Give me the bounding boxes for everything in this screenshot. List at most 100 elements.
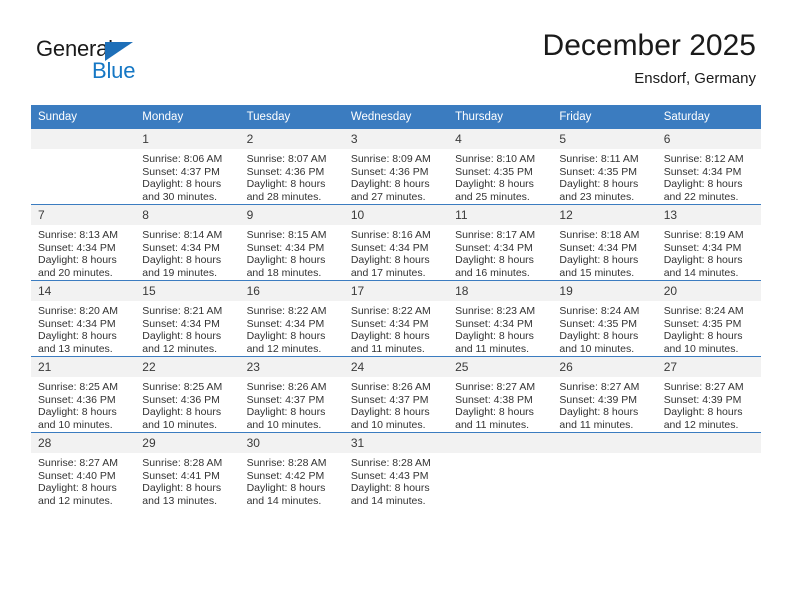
calendar-day-cell[interactable]: 14 Sunrise: 8:20 AM Sunset: 4:34 PM Dayligh… — [31, 280, 136, 357]
calendar-page: General Blue December 2025 Ensdorf, Germ… — [0, 0, 792, 612]
day-number — [448, 433, 553, 453]
daylight-text-cont: and 11 minutes. — [455, 418, 530, 431]
calendar-day-cell[interactable]: 5 Sunrise: 8:11 AM Sunset: 4:35 PM Daylight… — [552, 129, 657, 205]
calendar-day-cell[interactable]: 13 Sunrise: 8:19 AM Sunset: 4:34 PM Dayligh… — [656, 204, 761, 281]
calendar-day-cell[interactable]: 29 Sunrise: 8:28 AM Sunset: 4:41 PM Dayligh… — [135, 432, 240, 508]
calendar-day-cell[interactable]: 6 Sunrise: 8:12 AM Sunset: 4:34 PM Daylight… — [656, 129, 761, 205]
calendar-day-cell[interactable]: 7 Sunrise: 8:13 AM Sunset: 4:34 PM Daylight… — [31, 204, 136, 281]
sunset-text: Sunset: 4:35 PM — [559, 165, 638, 178]
calendar-week-row: 7 Sunrise: 8:13 AM Sunset: 4:34 PM Daylight… — [31, 204, 761, 281]
sunset-text: Sunset: 4:38 PM — [455, 393, 533, 406]
daylight-text-cont: and 13 minutes. — [38, 342, 113, 355]
calendar-day-cell[interactable]: 18 Sunrise: 8:23 AM Sunset: 4:34 PM Dayligh… — [448, 280, 553, 357]
sunset-text: Sunset: 4:36 PM — [350, 165, 429, 178]
calendar-day-cell[interactable]: 9 Sunrise: 8:15 AM Sunset: 4:34 PM Daylight… — [239, 204, 344, 281]
calendar-day-cell[interactable]: 21 Sunrise: 8:25 AM Sunset: 4:36 PM Dayligh… — [31, 356, 136, 433]
day-details: Sunrise: 8:27 AM Sunset: 4:38 PM Daylight:… — [448, 377, 552, 431]
calendar-day-cell[interactable]: 27 Sunrise: 8:27 AM Sunset: 4:39 PM Dayligh… — [656, 356, 761, 433]
daylight-text: Daylight: 8 hours — [559, 178, 639, 191]
day-details: Sunrise: 8:21 AM Sunset: 4:34 PM Daylight:… — [135, 301, 239, 355]
daylight-text: Daylight: 8 hours — [246, 178, 326, 191]
calendar-day-cell[interactable]: 15 Sunrise: 8:21 AM Sunset: 4:34 PM Dayligh… — [135, 280, 240, 357]
day-number — [656, 433, 761, 453]
daylight-text-cont: and 28 minutes. — [246, 190, 322, 203]
day-number: 5 — [552, 129, 657, 149]
day-details: Sunrise: 8:10 AM Sunset: 4:35 PM Daylight:… — [448, 149, 552, 203]
daylight-text: Daylight: 8 hours — [559, 406, 639, 419]
day-details: Sunrise: 8:27 AM Sunset: 4:39 PM Daylight:… — [657, 377, 761, 431]
day-details: Sunrise: 8:28 AM Sunset: 4:42 PM Daylight:… — [240, 453, 344, 507]
daylight-text: Daylight: 8 hours — [350, 330, 430, 343]
daylight-text: Daylight: 8 hours — [38, 406, 117, 419]
calendar-day-cell[interactable]: 31 Sunrise: 8:28 AM Sunset: 4:43 PM Dayligh… — [343, 432, 449, 508]
calendar-day-cell[interactable]: 11 Sunrise: 8:17 AM Sunset: 4:34 PM Dayligh… — [448, 204, 553, 281]
calendar-day-cell[interactable]: 20 Sunrise: 8:24 AM Sunset: 4:35 PM Dayligh… — [656, 280, 761, 357]
calendar-day-cell[interactable]: 8 Sunrise: 8:14 AM Sunset: 4:34 PM Daylight… — [135, 204, 240, 281]
daylight-text-cont: and 14 minutes. — [663, 266, 739, 279]
calendar-day-cell[interactable]: 23 Sunrise: 8:26 AM Sunset: 4:37 PM Dayligh… — [239, 356, 344, 433]
calendar-day-cell[interactable]: 22 Sunrise: 8:25 AM Sunset: 4:36 PM Dayligh… — [135, 356, 240, 433]
daylight-text: Daylight: 8 hours — [559, 330, 639, 343]
day-number: 28 — [31, 433, 136, 453]
day-number: 7 — [31, 205, 136, 225]
day-details: Sunrise: 8:26 AM Sunset: 4:37 PM Daylight:… — [344, 377, 448, 431]
weekday-header-friday: Friday — [552, 105, 657, 129]
day-details: Sunrise: 8:27 AM Sunset: 4:39 PM Daylight:… — [552, 377, 656, 431]
calendar-day-cell[interactable]: 24 Sunrise: 8:26 AM Sunset: 4:37 PM Dayligh… — [343, 356, 449, 433]
calendar-day-cell[interactable]: 3 Sunrise: 8:09 AM Sunset: 4:36 PM Daylight… — [343, 129, 449, 205]
daylight-text-cont: and 18 minutes. — [246, 266, 322, 279]
daylight-text: Daylight: 8 hours — [38, 254, 117, 267]
sunrise-text: Sunrise: 8:25 AM — [38, 381, 118, 393]
sunrise-text: Sunrise: 8:19 AM — [663, 229, 744, 241]
weekday-header-wednesday: Wednesday — [343, 105, 449, 129]
sunrise-text: Sunrise: 8:26 AM — [246, 381, 327, 393]
day-details: Sunrise: 8:24 AM Sunset: 4:35 PM Daylight:… — [552, 301, 656, 355]
general-blue-logo[interactable]: General Blue — [36, 36, 156, 86]
calendar-week-row: 28 Sunrise: 8:27 AM Sunset: 4:40 PM Dayligh… — [31, 432, 761, 508]
day-details: Sunrise: 8:20 AM Sunset: 4:34 PM Daylight:… — [31, 301, 135, 355]
sunset-text: Sunset: 4:36 PM — [246, 165, 325, 178]
calendar-day-cell[interactable]: 30 Sunrise: 8:28 AM Sunset: 4:42 PM Dayligh… — [239, 432, 344, 508]
day-details: Sunrise: 8:25 AM Sunset: 4:36 PM Daylight:… — [135, 377, 239, 431]
calendar-day-cell[interactable]: 16 Sunrise: 8:22 AM Sunset: 4:34 PM Dayligh… — [239, 280, 344, 357]
sunset-text: Sunset: 4:34 PM — [663, 165, 742, 178]
calendar-day-cell[interactable]: 19 Sunrise: 8:24 AM Sunset: 4:35 PM Dayligh… — [552, 280, 657, 357]
day-details: Sunrise: 8:09 AM Sunset: 4:36 PM Daylight:… — [344, 149, 448, 203]
sunset-text: Sunset: 4:34 PM — [663, 241, 742, 254]
day-number: 12 — [552, 205, 657, 225]
daylight-text-cont: and 10 minutes. — [350, 418, 426, 431]
sunrise-text: Sunrise: 8:14 AM — [142, 229, 223, 241]
calendar-day-cell[interactable]: 28 Sunrise: 8:27 AM Sunset: 4:40 PM Dayligh… — [31, 432, 136, 508]
calendar-day-cell[interactable]: 2 Sunrise: 8:07 AM Sunset: 4:36 PM Daylight… — [239, 129, 344, 205]
sunset-text: Sunset: 4:40 PM — [38, 469, 116, 482]
daylight-text: Daylight: 8 hours — [142, 482, 222, 495]
sunset-text: Sunset: 4:42 PM — [246, 469, 325, 482]
calendar-day-cell[interactable]: 12 Sunrise: 8:18 AM Sunset: 4:34 PM Dayligh… — [552, 204, 657, 281]
daylight-text: Daylight: 8 hours — [142, 330, 222, 343]
sunrise-text: Sunrise: 8:26 AM — [350, 381, 431, 393]
calendar-day-cell[interactable]: 17 Sunrise: 8:22 AM Sunset: 4:34 PM Dayligh… — [343, 280, 449, 357]
day-details: Sunrise: 8:14 AM Sunset: 4:34 PM Daylight:… — [135, 225, 239, 279]
calendar-day-cell[interactable]: 25 Sunrise: 8:27 AM Sunset: 4:38 PM Dayligh… — [448, 356, 553, 433]
day-number: 30 — [239, 433, 344, 453]
calendar-day-cell-empty — [448, 432, 553, 508]
sunrise-text: Sunrise: 8:23 AM — [455, 305, 536, 317]
calendar-day-cell[interactable]: 4 Sunrise: 8:10 AM Sunset: 4:35 PM Daylight… — [448, 129, 553, 205]
calendar-day-cell[interactable]: 26 Sunrise: 8:27 AM Sunset: 4:39 PM Dayligh… — [552, 356, 657, 433]
sunset-text: Sunset: 4:41 PM — [142, 469, 220, 482]
daylight-text: Daylight: 8 hours — [142, 254, 222, 267]
day-details: Sunrise: 8:07 AM Sunset: 4:36 PM Daylight:… — [240, 149, 344, 203]
calendar-day-cell[interactable]: 10 Sunrise: 8:16 AM Sunset: 4:34 PM Dayligh… — [343, 204, 449, 281]
daylight-text-cont: and 12 minutes. — [142, 342, 217, 355]
daylight-text-cont: and 10 minutes. — [663, 342, 739, 355]
sunrise-text: Sunrise: 8:11 AM — [559, 153, 639, 165]
day-number: 23 — [239, 357, 344, 377]
day-details: Sunrise: 8:16 AM Sunset: 4:34 PM Daylight:… — [344, 225, 448, 279]
sunset-text: Sunset: 4:39 PM — [559, 393, 638, 406]
daylight-text: Daylight: 8 hours — [663, 406, 743, 419]
location-subtitle: Ensdorf, Germany — [634, 70, 756, 87]
calendar-day-cell[interactable]: 1 Sunrise: 8:06 AM Sunset: 4:37 PM Daylight… — [135, 129, 240, 205]
day-number — [552, 433, 657, 453]
day-details: Sunrise: 8:15 AM Sunset: 4:34 PM Daylight:… — [240, 225, 344, 279]
month-calendar-grid: Sunday Monday Tuesday Wednesday Thursday… — [31, 105, 761, 508]
